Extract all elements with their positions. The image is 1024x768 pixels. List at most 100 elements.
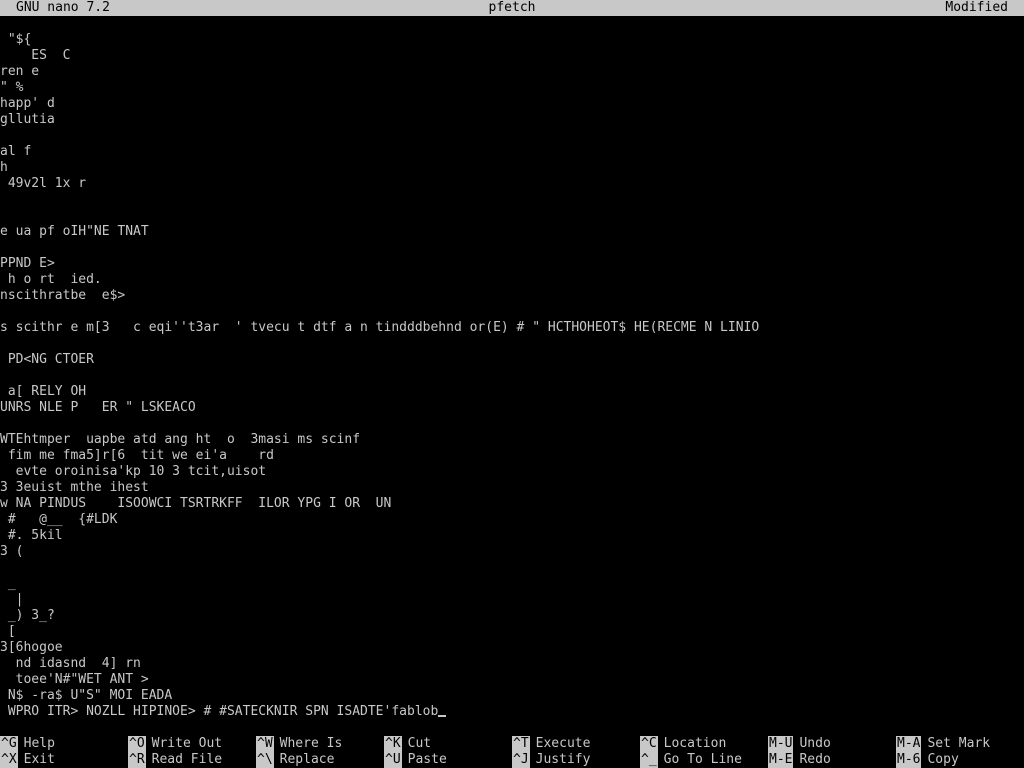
- shortcut-label: Where Is: [279, 736, 343, 751]
- shortcut-replace[interactable]: ^\ Replace: [256, 752, 334, 768]
- shortcut-label: Read File: [151, 752, 223, 767]
- shortcut-exit[interactable]: ^X Exit: [0, 752, 55, 768]
- text-line[interactable]: PPND E>: [0, 256, 1024, 272]
- shortcut-read-file[interactable]: ^R Read File: [128, 752, 222, 768]
- text-line-content: ES C: [0, 48, 71, 63]
- text-line-content: s scithr e m[3 c eqi''t3ar ' tvecu t dtf…: [0, 320, 760, 335]
- shortcut-redo[interactable]: M-E Redo: [768, 752, 831, 768]
- text-line[interactable]: al f: [0, 144, 1024, 160]
- shortcut-where-is[interactable]: ^W Where Is: [256, 736, 342, 752]
- shortcut-copy[interactable]: M-6 Copy: [896, 752, 959, 768]
- text-line[interactable]: N$ -ra$ U"S" MOI EADA: [0, 688, 1024, 704]
- shortcut-write-out[interactable]: ^O Write Out: [128, 736, 222, 752]
- shortcut-key: ^T: [512, 736, 530, 752]
- text-line-content: w NA PINDUS ISOOWCI TSRTRKFF ILOR YPG I …: [0, 496, 392, 511]
- text-line[interactable]: PD<NG CTOER: [0, 352, 1024, 368]
- text-line-content: # @__ {#LDK: [0, 512, 118, 527]
- text-line-content: 3 (: [0, 544, 24, 559]
- shortcut-key: ^J: [512, 752, 530, 768]
- shortcut-label: Copy: [927, 752, 959, 767]
- text-line[interactable]: [0, 560, 1024, 576]
- file-name: pfetch: [488, 0, 536, 15]
- text-line[interactable]: gllutia: [0, 112, 1024, 128]
- shortcut-justify[interactable]: ^J Justify: [512, 752, 590, 768]
- text-line-content: 3[6hogoe: [0, 640, 63, 655]
- text-line-content: [: [0, 624, 16, 639]
- text-line[interactable]: 3 (: [0, 544, 1024, 560]
- text-line-content: |: [0, 592, 24, 607]
- shortcut-cut[interactable]: ^K Cut: [384, 736, 431, 752]
- text-line[interactable]: WPRO ITR> NOZLL HIPINOE> # #SATECKNIR SP…: [0, 704, 1024, 720]
- text-line-content: toee'N#"WET ANT >: [0, 672, 149, 687]
- text-line[interactable]: _) 3_?: [0, 608, 1024, 624]
- text-line-content: #. 5kil: [0, 528, 63, 543]
- text-line[interactable]: h: [0, 160, 1024, 176]
- shortcut-key: ^R: [128, 752, 146, 768]
- text-line[interactable]: toee'N#"WET ANT >: [0, 672, 1024, 688]
- text-line-content: _: [0, 576, 16, 591]
- text-line[interactable]: |: [0, 592, 1024, 608]
- shortcut-help[interactable]: ^G Help: [0, 736, 55, 752]
- text-line[interactable]: 3 3euist mthe ihest: [0, 480, 1024, 496]
- text-line[interactable]: a[ RELY OH: [0, 384, 1024, 400]
- text-line[interactable]: ES C: [0, 48, 1024, 64]
- text-line[interactable]: [0, 128, 1024, 144]
- text-line[interactable]: [0, 192, 1024, 208]
- text-line[interactable]: [0, 416, 1024, 432]
- shortcut-label: Replace: [279, 752, 335, 767]
- text-editor-area[interactable]: "${ ES Cren e " % happ' d gllutia al fh 49v2…: [0, 32, 1024, 720]
- text-line[interactable]: ren e: [0, 64, 1024, 80]
- text-line[interactable]: [: [0, 624, 1024, 640]
- shortcut-label: Redo: [799, 752, 831, 767]
- shortcut-key: M-6: [896, 752, 922, 768]
- text-line[interactable]: " %: [0, 80, 1024, 96]
- text-line[interactable]: #. 5kil: [0, 528, 1024, 544]
- text-line[interactable]: [0, 336, 1024, 352]
- text-line[interactable]: [0, 240, 1024, 256]
- text-line[interactable]: [0, 304, 1024, 320]
- shortcut-key: ^_: [640, 752, 658, 768]
- shortcut-key: M-U: [768, 736, 794, 752]
- shortcut-set-mark[interactable]: M-A Set Mark: [896, 736, 990, 752]
- shortcut-key: ^G: [0, 736, 18, 752]
- text-line-content: WTEhtmper uapbe atd ang ht o 3masi ms sc…: [0, 432, 361, 447]
- text-line[interactable]: w NA PINDUS ISOOWCI TSRTRKFF ILOR YPG I …: [0, 496, 1024, 512]
- shortcut-go-to-line[interactable]: ^_ Go To Line: [640, 752, 742, 768]
- text-line[interactable]: _: [0, 576, 1024, 592]
- text-line-content: N$ -ra$ U"S" MOI EADA: [0, 688, 173, 703]
- text-line-content: a[ RELY OH: [0, 384, 87, 399]
- text-line-content: happ' d: [0, 96, 55, 111]
- text-line[interactable]: [0, 208, 1024, 224]
- shortcut-location[interactable]: ^C Location: [640, 736, 726, 752]
- text-line[interactable]: 49v2l 1x r: [0, 176, 1024, 192]
- text-line-content: ren e: [0, 64, 40, 79]
- text-line[interactable]: "${: [0, 32, 1024, 48]
- text-line-content: nscithratbe e$>: [0, 288, 126, 303]
- text-line-content: e ua pf oIH"NE TNAT: [0, 224, 149, 239]
- shortcut-paste[interactable]: ^U Paste: [384, 752, 447, 768]
- text-line[interactable]: # @__ {#LDK: [0, 512, 1024, 528]
- shortcut-undo[interactable]: M-U Undo: [768, 736, 831, 752]
- text-line[interactable]: [0, 368, 1024, 384]
- text-line-content: nd idasnd 4] rn: [0, 656, 141, 671]
- text-line[interactable]: fim me fma5]r[6 tit we ei'a rd: [0, 448, 1024, 464]
- shortcut-label: Help: [23, 736, 55, 751]
- text-line-content: UNRS NLE P ER " LSKEACO: [0, 400, 196, 415]
- text-line[interactable]: nscithratbe e$>: [0, 288, 1024, 304]
- text-line-content: 49v2l 1x r: [0, 176, 87, 191]
- shortcut-key: ^W: [256, 736, 274, 752]
- text-line[interactable]: UNRS NLE P ER " LSKEACO: [0, 400, 1024, 416]
- text-line[interactable]: 3[6hogoe: [0, 640, 1024, 656]
- text-line[interactable]: nd idasnd 4] rn: [0, 656, 1024, 672]
- shortcut-label: Execute: [535, 736, 591, 751]
- text-line[interactable]: evte oroinisa'kp 10 3 tcit,uisot: [0, 464, 1024, 480]
- text-line[interactable]: h o rt ied.: [0, 272, 1024, 288]
- text-line-content: fim me fma5]r[6 tit we ei'a rd: [0, 448, 274, 463]
- shortcut-execute[interactable]: ^T Execute: [512, 736, 590, 752]
- text-line[interactable]: s scithr e m[3 c eqi''t3ar ' tvecu t dtf…: [0, 320, 1024, 336]
- text-line[interactable]: WTEhtmper uapbe atd ang ht o 3masi ms sc…: [0, 432, 1024, 448]
- text-line-content: "${: [0, 32, 32, 47]
- text-line[interactable]: e ua pf oIH"NE TNAT: [0, 224, 1024, 240]
- shortcut-key: M-E: [768, 752, 794, 768]
- text-line[interactable]: happ' d: [0, 96, 1024, 112]
